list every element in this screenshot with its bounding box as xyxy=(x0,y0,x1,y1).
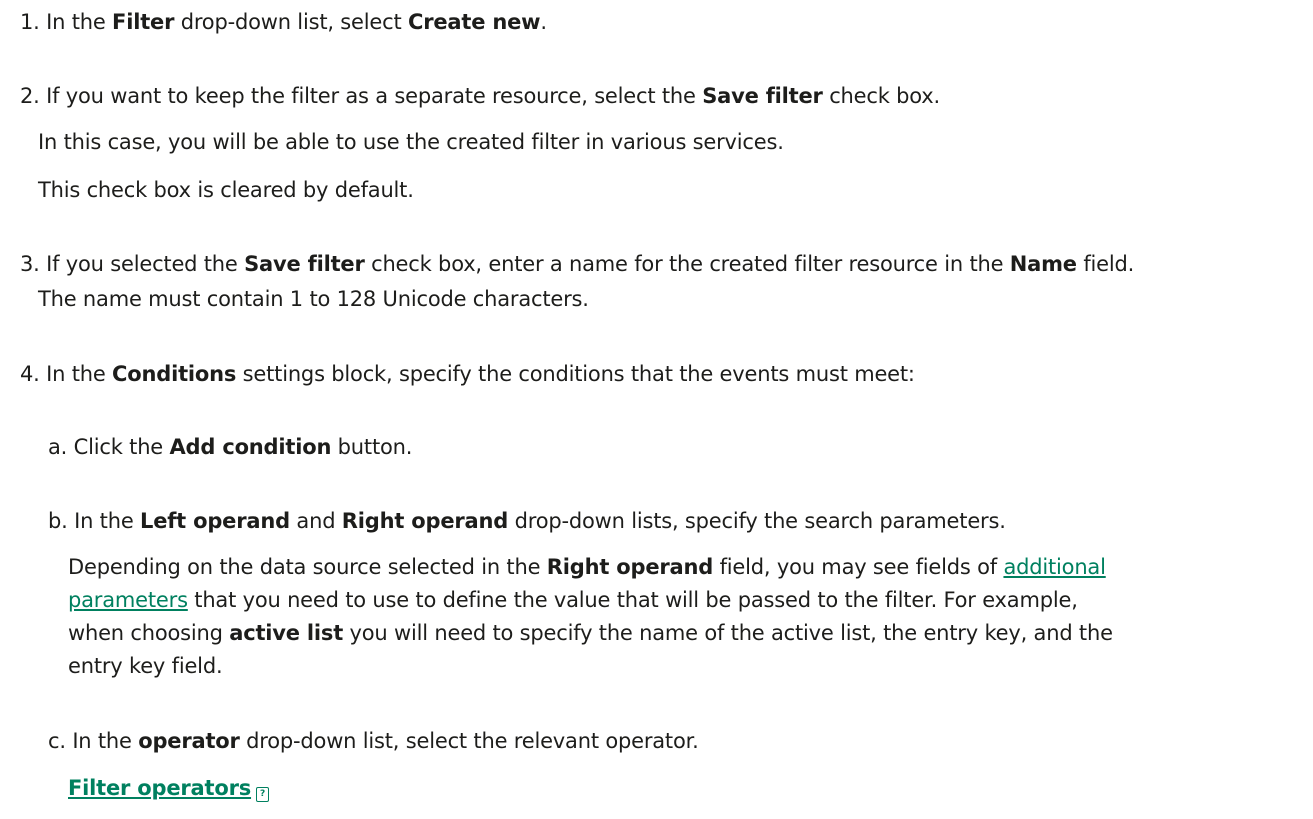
text: In the xyxy=(72,729,139,753)
ui-term: Right operand xyxy=(341,509,509,533)
text: drop-down list, select the relevant oper… xyxy=(239,729,699,753)
text: Depending on the data source selected in… xyxy=(68,555,547,579)
step-3-continuation: The name must contain 1 to 128 Unicode c… xyxy=(38,287,589,311)
text: check box, enter a name for the created … xyxy=(364,252,1010,276)
text: and xyxy=(289,509,342,533)
ui-term: Filter xyxy=(112,10,175,34)
additional-parameters-link[interactable]: additional xyxy=(1003,555,1105,579)
text: drop-down list, select xyxy=(174,10,408,34)
ui-term: Right operand xyxy=(546,555,714,579)
ui-term: Conditions xyxy=(112,362,237,386)
text: If you selected the xyxy=(46,252,245,276)
text: In the xyxy=(46,10,113,34)
step-2-note-2: This check box is cleared by default. xyxy=(38,178,414,202)
text: In the xyxy=(74,509,141,533)
step-2-note-1: In this case, you will be able to use th… xyxy=(38,130,784,154)
text: . xyxy=(540,10,547,34)
step-2: 2. If you want to keep the filter as a s… xyxy=(20,86,940,107)
text: field. xyxy=(1076,252,1135,276)
step-1: 1. In the Filter drop-down list, select … xyxy=(20,12,547,33)
step-number: 1. xyxy=(20,10,40,34)
ui-term: Save filter xyxy=(702,84,823,108)
text: If you want to keep the filter as a sepa… xyxy=(46,84,703,108)
ui-term: active list xyxy=(229,621,344,645)
text: In the xyxy=(46,362,113,386)
substep-c: c. In the operator drop-down list, selec… xyxy=(48,731,699,752)
text: check box. xyxy=(822,84,940,108)
text: field, you may see fields of xyxy=(713,555,1004,579)
text: that you need to use to define the value… xyxy=(187,588,1078,612)
step-number: 3. xyxy=(20,252,40,276)
substep-letter: c. xyxy=(48,729,66,753)
step-number: 4. xyxy=(20,362,40,386)
step-3: 3. If you selected the Save filter check… xyxy=(20,254,1134,275)
ui-term: operator xyxy=(138,729,240,753)
filter-operators-row: Filter operators? xyxy=(68,776,270,802)
text: you will need to specify the name of the… xyxy=(343,621,1113,645)
substep-b-detail-3: when choosing active list you will need … xyxy=(68,623,1113,644)
substep-letter: a. xyxy=(48,435,68,459)
text: when choosing xyxy=(68,621,230,645)
text: button. xyxy=(331,435,413,459)
ui-term: Name xyxy=(1009,252,1077,276)
substep-b: b. In the Left operand and Right operand… xyxy=(48,511,1006,532)
step-number: 2. xyxy=(20,84,40,108)
substep-a: a. Click the Add condition button. xyxy=(48,437,412,458)
substep-b-detail-1: Depending on the data source selected in… xyxy=(68,557,1106,578)
text: drop-down lists, specify the search para… xyxy=(508,509,1006,533)
ui-term: Create new xyxy=(407,10,541,34)
ui-term: Save filter xyxy=(244,252,365,276)
step-4: 4. In the Conditions settings block, spe… xyxy=(20,364,915,385)
substep-b-detail-4: entry key field. xyxy=(68,654,223,678)
substep-b-detail-2: parameters that you need to use to defin… xyxy=(68,590,1078,611)
text: Click the xyxy=(73,435,170,459)
text: settings block, specify the conditions t… xyxy=(236,362,915,386)
ui-term: Add condition xyxy=(169,435,332,459)
filter-operators-link[interactable]: Filter operators xyxy=(68,776,251,800)
substep-letter: b. xyxy=(48,509,68,533)
additional-parameters-link-cont[interactable]: parameters xyxy=(68,588,188,612)
help-icon[interactable]: ? xyxy=(256,787,270,802)
ui-term: Left operand xyxy=(140,509,290,533)
